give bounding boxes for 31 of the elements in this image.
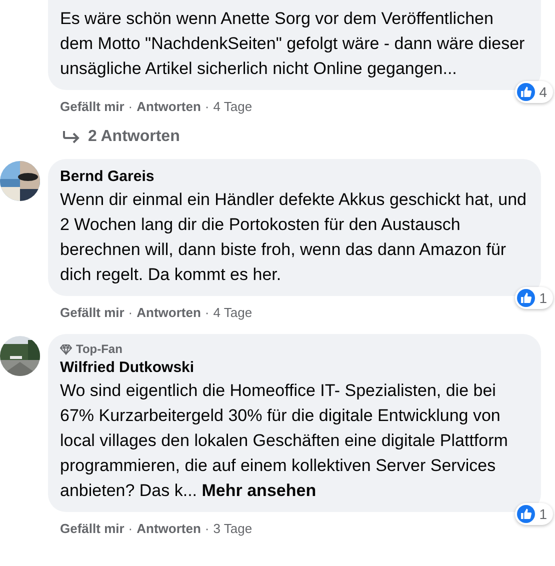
comment-text: Es wäre schön wenn Anette Sorg vor dem Veröffentlichen dem Motto "NachdenkSeiten" gefolgt wäre - dann wäre dieser unsägliche Artikel sicherlich nicht Online gegangen... (60, 8, 526, 80)
reply-arrow-icon (62, 130, 80, 144)
reply-link[interactable]: Antworten (136, 98, 201, 114)
comment-text: Wenn dir einmal ein Händler defekte Akkus geschickt hat, und 2 Wochen lang dir die Portokosten für den Austausch berechnen will, dann biste froh, wenn das dann Amazon für dich regelt. Da kommt es her. (60, 189, 528, 286)
see-more-link[interactable]: Mehr ansehen (202, 481, 316, 500)
timestamp: 4 Tage (213, 304, 252, 320)
separator-dot: · (128, 520, 133, 536)
separator-dot: · (204, 98, 210, 114)
comment-text: Wo sind eigentlich die Homeoffice IT- Spezialisten, die bei 67% Kurzarbeitergeld 30% für die digitale Entwicklung von local villages den lokalen Geschäften eine digitale Plattform programmieren, die auf einem kollektiven Server Services anbieten? Das k... Mehr ansehen (60, 380, 509, 502)
like-icon (517, 505, 536, 523)
like-icon (517, 289, 536, 307)
separator-dot: · (204, 304, 210, 320)
diamond-icon (60, 344, 72, 354)
separator-dot: · (128, 304, 133, 320)
like-link[interactable]: Gefällt mir (60, 520, 124, 536)
separator-dot: · (204, 520, 210, 536)
top-fan-label: Top-Fan (76, 342, 122, 356)
timestamp: 3 Tage (213, 520, 252, 536)
reply-link[interactable]: Antworten (136, 520, 201, 536)
like-icon (517, 83, 536, 101)
view-replies-link[interactable]: 2 Antworten (48, 115, 180, 146)
author-name[interactable]: Bernd Gareis (60, 167, 154, 187)
separator-dot: · (128, 98, 133, 114)
reaction-count[interactable]: 1 (515, 287, 553, 309)
reaction-count[interactable]: 4 (515, 81, 553, 103)
author-name[interactable]: Wilfried Dutkowski (60, 358, 194, 378)
like-link[interactable]: Gefällt mir (60, 98, 124, 114)
timestamp: 4 Tage (213, 98, 252, 114)
like-link[interactable]: Gefällt mir (60, 304, 124, 320)
reaction-count[interactable]: 1 (515, 503, 553, 525)
reply-link[interactable]: Antworten (136, 304, 201, 320)
